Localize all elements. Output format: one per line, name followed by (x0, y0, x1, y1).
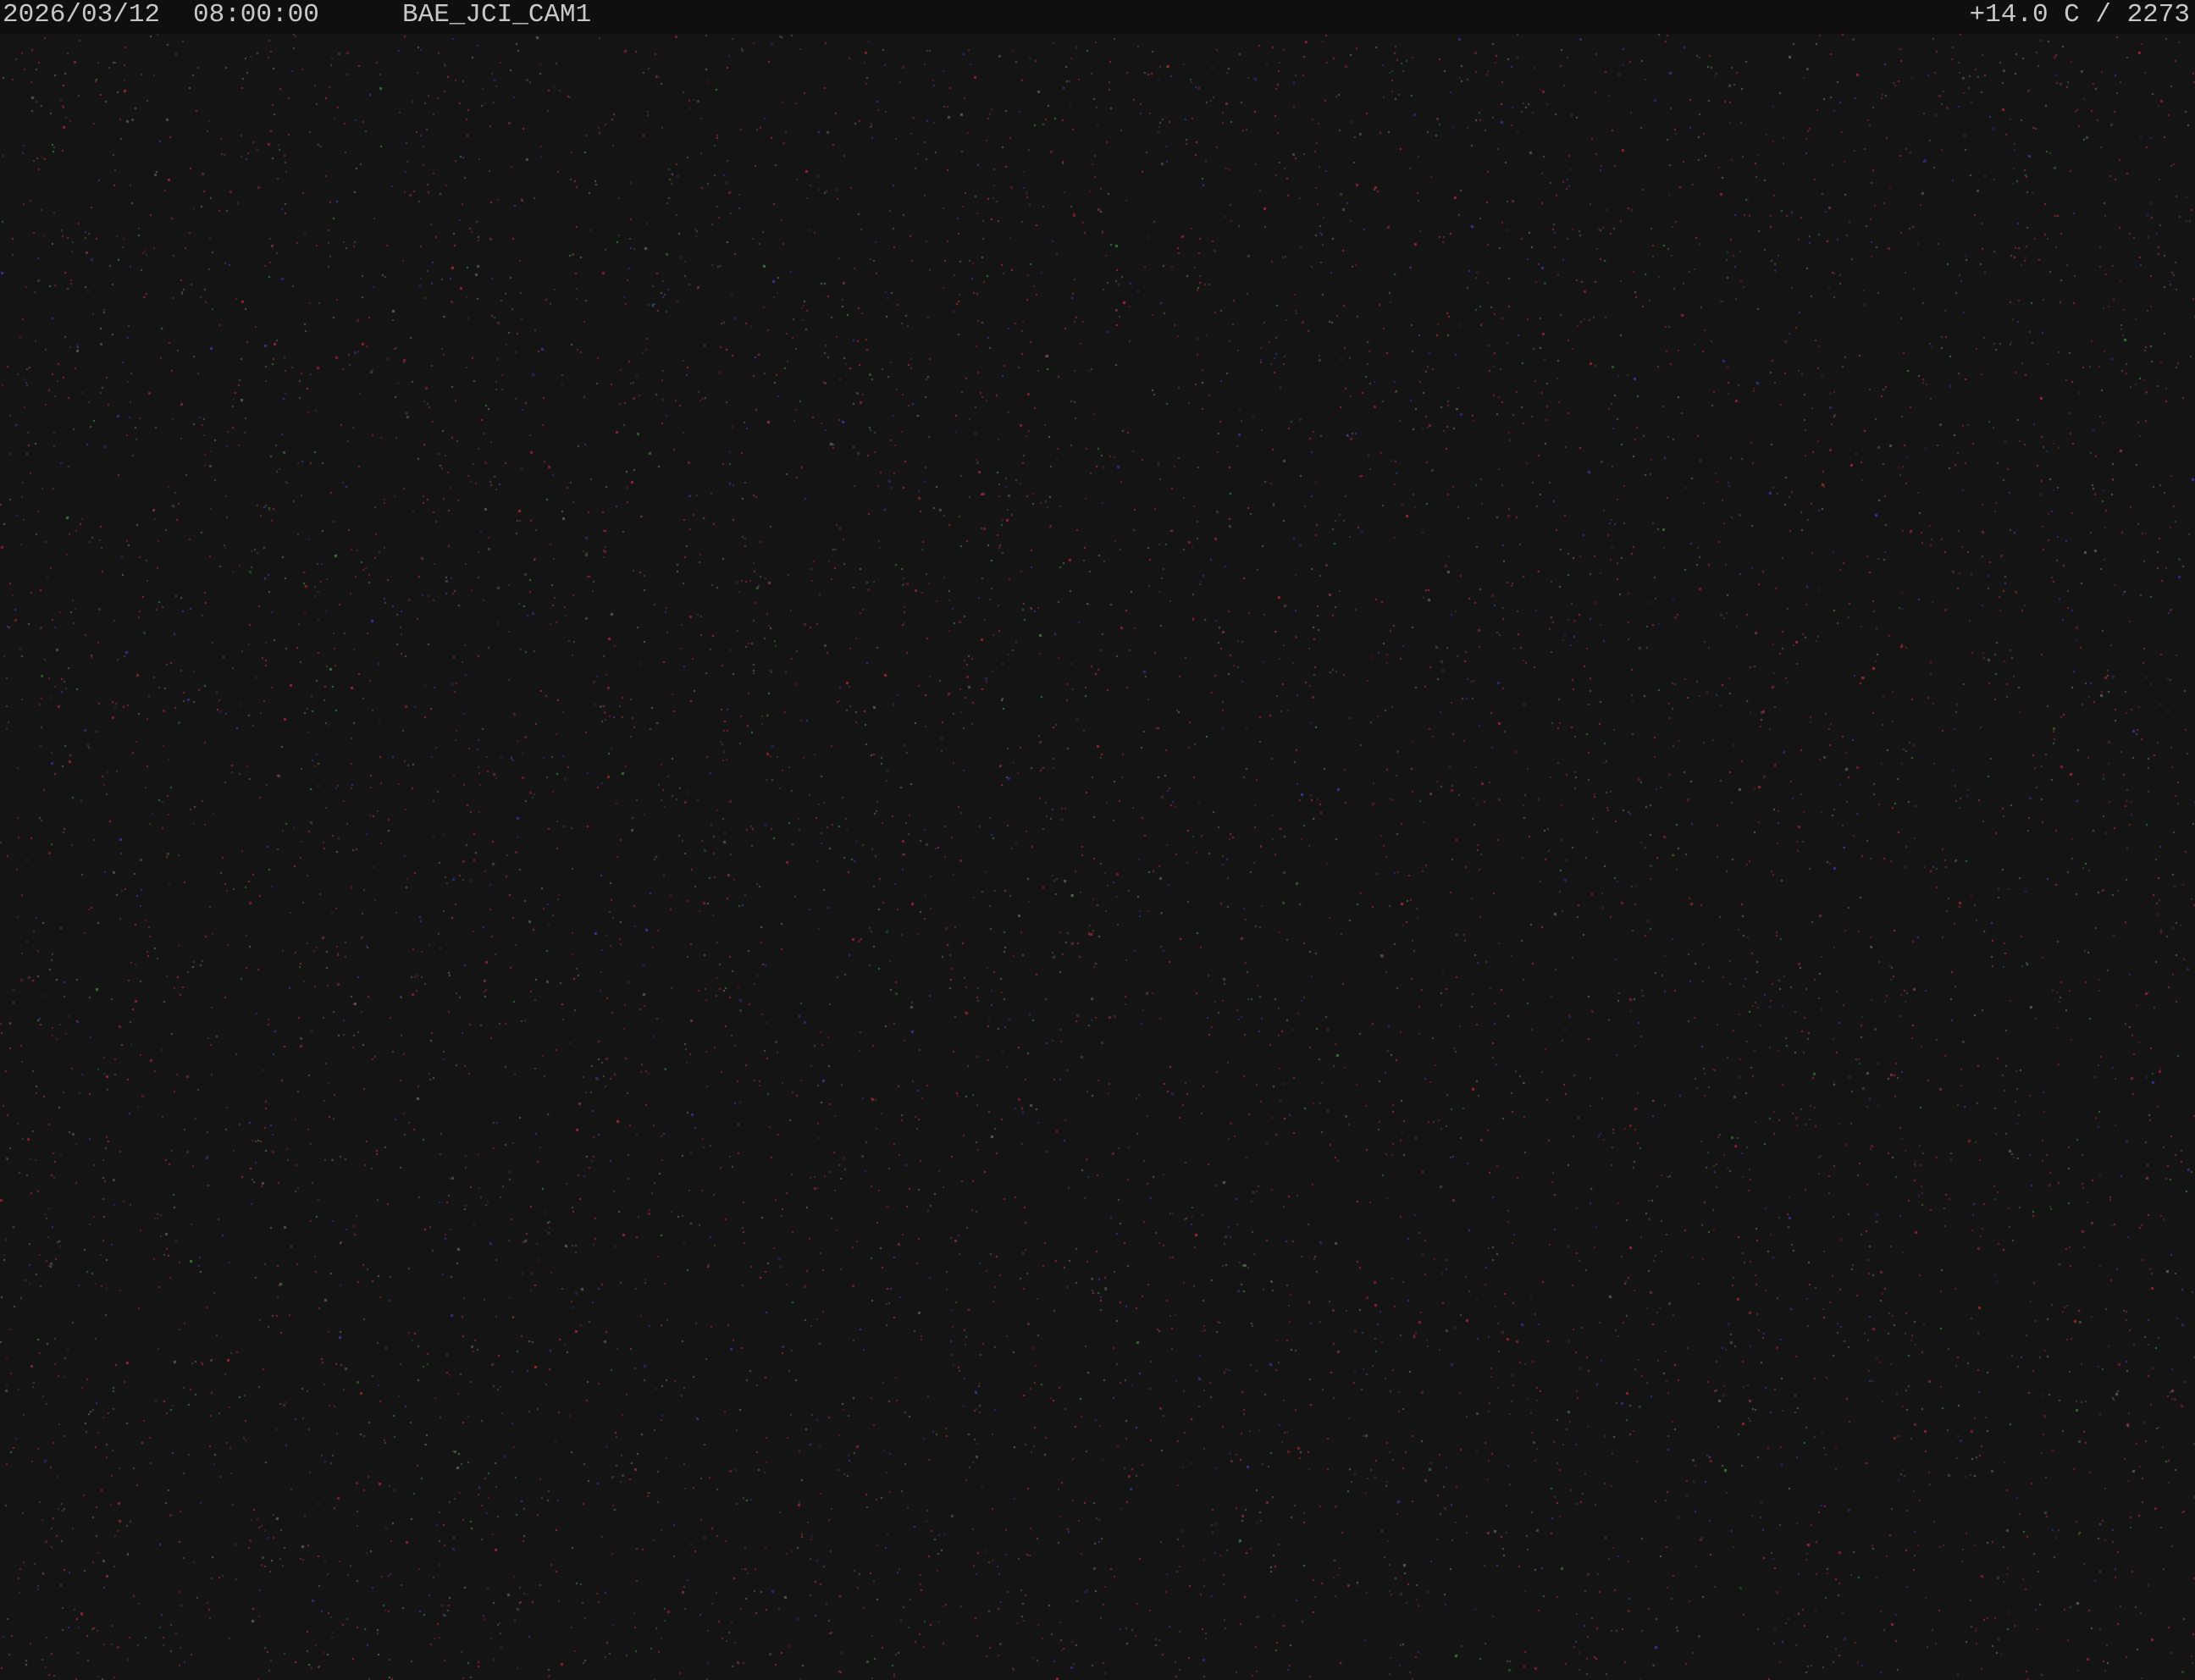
osd-temperature: +14.0 C / 2273 (1969, 0, 2190, 30)
sensor-noise-image (0, 34, 2195, 1680)
osd-time: 08:00:00 (193, 0, 319, 30)
camera-frame: 2026/03/12 08:00:00 BAE_JCI_CAM1 +14.0 C… (0, 0, 2195, 1680)
osd-camera-id: BAE_JCI_CAM1 (402, 0, 592, 30)
osd-bar: 2026/03/12 08:00:00 BAE_JCI_CAM1 +14.0 C… (0, 0, 2195, 34)
osd-date: 2026/03/12 (3, 0, 161, 30)
